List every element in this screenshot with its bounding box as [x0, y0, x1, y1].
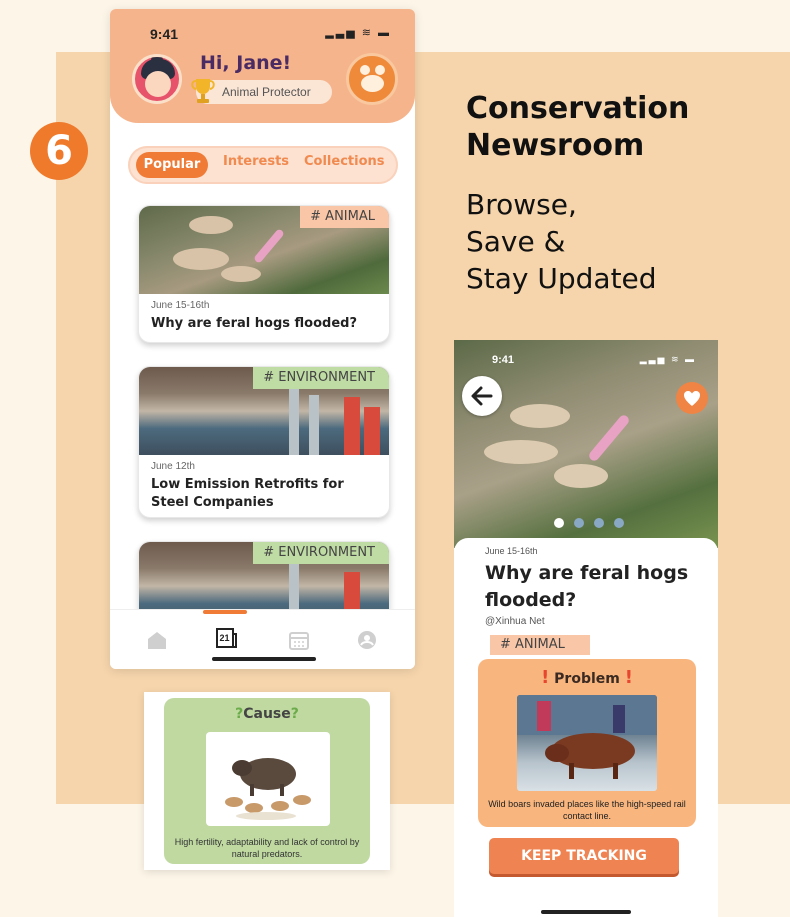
- news-icon-graphic: 21: [216, 628, 237, 648]
- avatar[interactable]: [132, 54, 182, 104]
- cause-description: High fertility, adaptability and lack of…: [174, 837, 360, 859]
- carousel-dot[interactable]: [574, 518, 584, 528]
- back-button[interactable]: [462, 376, 502, 416]
- news-card-steel[interactable]: # ENVIRONMENT June 12th Low Emission Ret…: [138, 366, 390, 518]
- exclamation-icon: !: [624, 667, 633, 688]
- news-card-feral-hogs[interactable]: # ANIMAL June 15-16th Why are feral hogs…: [138, 205, 390, 343]
- subtitle-line: Stay Updated: [466, 262, 657, 295]
- factory-tower: [344, 397, 360, 455]
- role-label: Animal Protector: [222, 85, 311, 99]
- article-title: Why are feral hogs flooded?: [485, 562, 689, 611]
- news-title: Low Emission Retrofits for Steel Compani…: [151, 477, 344, 510]
- title-line: Newsroom: [466, 128, 645, 163]
- keep-tracking-button[interactable]: KEEP TRACKING: [489, 838, 679, 874]
- heart-icon: [684, 391, 700, 406]
- nav-active-indicator: [203, 610, 247, 614]
- cause-card: ?Cause? High fertility, adaptability and…: [164, 698, 370, 864]
- exclamation-icon: !: [541, 667, 550, 688]
- profile-header: 9:41 ▂▃▅ ≋ ▬ Hi, Jane! Animal Protector: [110, 9, 415, 123]
- status-time: 9:41: [150, 26, 179, 42]
- tag-environment: # ENVIRONMENT: [253, 542, 389, 564]
- article-source[interactable]: @Xinhua Net: [485, 616, 545, 627]
- wild-boar-graphic: [517, 695, 657, 779]
- page-subtitle: Browse, Save & Stay Updated: [466, 186, 766, 297]
- boar-family-graphic: [225, 758, 311, 820]
- tab-popular[interactable]: Popular: [136, 152, 208, 178]
- news-icon-label: 21: [220, 633, 230, 643]
- article-content: June 15-16th Why are feral hogs flooded?…: [454, 538, 718, 917]
- phone-news-list: 9:41 ▂▃▅ ≋ ▬ Hi, Jane! Animal Protector …: [110, 9, 415, 669]
- step-number-badge: 6: [30, 122, 88, 180]
- factory-tower: [364, 407, 380, 455]
- trophy-icon: [191, 79, 215, 103]
- home-indicator: [212, 657, 316, 661]
- cause-title: ?Cause?: [164, 706, 370, 722]
- subtitle-line: Save &: [466, 225, 566, 258]
- status-icons: ▂▃▅ ≋ ▬: [639, 354, 696, 364]
- hog-shape: [189, 216, 233, 234]
- status-time: 9:41: [492, 354, 515, 366]
- greeting: Hi, Jane!: [200, 52, 292, 74]
- hog-shape: [173, 248, 229, 270]
- page-title: Conservation Newsroom: [466, 90, 766, 164]
- news-hero-image: [454, 340, 718, 548]
- phone-news-detail: 9:41 ▂▃▅ ≋ ▬ June 15-16th Why are feral …: [454, 340, 718, 917]
- hog-shape: [221, 266, 261, 282]
- mascot-ear: [360, 65, 370, 75]
- status-icons: ▂▃▅ ≋ ▬: [325, 27, 391, 39]
- mascot-icon[interactable]: [346, 53, 398, 105]
- problem-title-label: Problem: [554, 671, 620, 687]
- category-tabs: Popular Interests Collections: [128, 146, 398, 184]
- news-icon[interactable]: 21: [214, 626, 238, 650]
- role-badge: Animal Protector: [191, 79, 332, 104]
- tag-animal: # ANIMAL: [300, 206, 389, 228]
- factory-column: [289, 387, 299, 455]
- problem-card: ! Problem ! Wild boars invaded places li…: [478, 659, 696, 827]
- carousel-dot[interactable]: [614, 518, 624, 528]
- tab-collections[interactable]: Collections: [304, 154, 385, 169]
- subtitle-line: Browse,: [466, 188, 577, 221]
- hog-shape: [484, 440, 558, 464]
- arrow-left-icon: [471, 386, 493, 406]
- problem-description: Wild boars invaded places like the high-…: [488, 799, 686, 821]
- news-date: June 12th: [151, 461, 195, 472]
- save-favorite-button[interactable]: [676, 382, 708, 414]
- boar-family-illustration: [206, 732, 330, 826]
- news-date: June 15-16th: [151, 300, 210, 311]
- article-date: June 15-16th: [485, 546, 538, 556]
- carousel-dot[interactable]: [594, 518, 604, 528]
- factory-column: [309, 395, 319, 455]
- avatar-bun: [151, 57, 163, 65]
- tab-interests[interactable]: Interests: [223, 154, 289, 169]
- hog-shape: [510, 404, 570, 428]
- wild-boar-photo: [517, 695, 657, 791]
- rope-shape: [253, 228, 285, 264]
- mascot-ear: [375, 65, 385, 75]
- carousel-dot[interactable]: [554, 518, 564, 528]
- question-mark-icon: ?: [290, 706, 299, 722]
- problem-title: ! Problem !: [478, 667, 696, 688]
- mascot-muzzle: [361, 75, 384, 92]
- home-indicator: [541, 910, 631, 914]
- calendar-icon[interactable]: [288, 630, 310, 650]
- title-line: Conservation: [466, 91, 690, 126]
- avatar-face: [145, 71, 171, 97]
- home-icon[interactable]: [146, 630, 168, 650]
- cause-title-label: Cause: [243, 706, 291, 722]
- profile-icon[interactable]: [356, 630, 378, 650]
- tag-animal: # ANIMAL: [490, 635, 590, 655]
- hog-shape: [554, 464, 608, 488]
- rope-shape: [587, 413, 631, 463]
- news-title: Why are feral hogs flooded?: [151, 316, 357, 331]
- cause-card-frame: ?Cause? High fertility, adaptability and…: [144, 692, 390, 870]
- tag-environment: # ENVIRONMENT: [253, 367, 389, 389]
